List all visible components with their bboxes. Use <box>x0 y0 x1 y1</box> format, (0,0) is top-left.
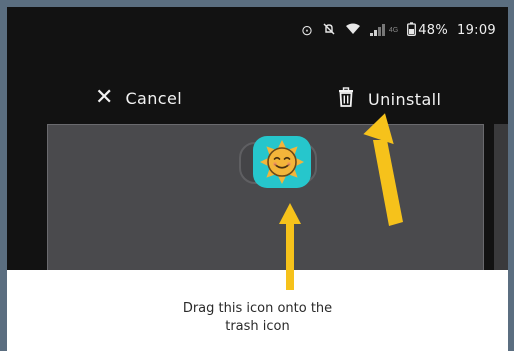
uninstall-label: Uninstall <box>368 90 442 109</box>
app-icon-sun[interactable] <box>253 136 311 188</box>
sync-icon: ⊙ <box>301 22 313 38</box>
uninstall-button[interactable]: Uninstall <box>338 87 441 112</box>
cancel-button[interactable]: ✕ Cancel <box>95 87 182 109</box>
mute-icon <box>322 22 336 38</box>
caption-line-2: trash icon <box>225 319 290 334</box>
clock: 19:09 <box>457 22 496 38</box>
status-bar: ⊙ 4G 48% 19:09 <box>7 7 508 55</box>
close-icon: ✕ <box>95 85 114 110</box>
instruction-caption-area: Drag this icon onto the trash icon <box>7 270 508 351</box>
signal-icon <box>369 24 386 36</box>
network-badge: 4G <box>388 26 399 34</box>
status-icons: ⊙ 4G 48% 19:09 <box>301 22 496 38</box>
battery-level: 48% <box>418 22 449 38</box>
action-bar: ✕ Cancel Uninstall <box>7 79 508 119</box>
cancel-label: Cancel <box>125 88 183 108</box>
caption-line-1: Drag this icon onto the <box>182 301 333 316</box>
trash-icon <box>338 87 354 112</box>
sun-face-icon <box>260 140 304 184</box>
wifi-icon <box>345 23 361 37</box>
instruction-caption: Drag this icon onto the trash icon <box>7 300 508 336</box>
battery-icon <box>407 22 417 38</box>
